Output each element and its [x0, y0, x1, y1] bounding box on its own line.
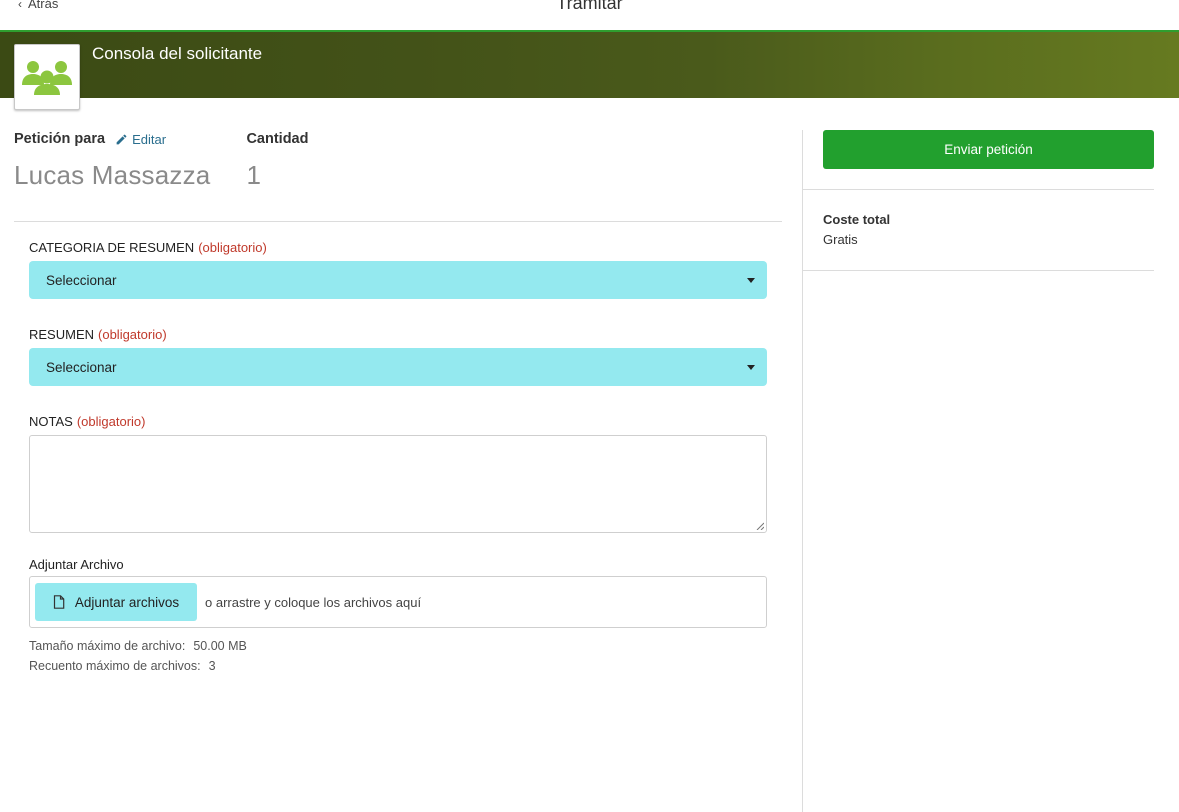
request-form: CATEGORIA DE RESUMEN (obligatorio) Selec…: [29, 238, 767, 676]
file-drop-zone[interactable]: Adjuntar archivos o arrastre y coloque l…: [29, 576, 767, 628]
total-cost-label: Coste total: [823, 212, 891, 227]
category-select-value: Seleccionar: [46, 272, 117, 288]
page-title: Tramitar: [556, 0, 623, 13]
summary-field-label: RESUMEN (obligatorio): [29, 325, 767, 343]
request-summary: Petición para Editar Lucas Massazza Cant…: [14, 128, 782, 191]
required-marker: (obligatorio): [98, 326, 167, 342]
summary-select-value: Seleccionar: [46, 359, 117, 375]
summary-label-text: RESUMEN: [29, 326, 95, 342]
notes-label-text: NOTAS: [29, 413, 73, 429]
max-count-label: Recuento máximo de archivos:: [29, 659, 201, 673]
required-marker: (obligatorio): [76, 413, 146, 429]
quantity-section: Cantidad 1: [246, 128, 308, 191]
category-field-label: CATEGORIA DE RESUMEN (obligatorio): [29, 238, 767, 256]
drop-hint: o arrastre y coloque los archivos aquí: [205, 594, 422, 610]
attach-files-button[interactable]: Adjuntar archivos: [35, 583, 197, 621]
edit-label: Editar: [132, 131, 167, 147]
notes-textarea[interactable]: [29, 435, 767, 533]
banner: Consola del solicitante: [0, 32, 1179, 110]
attachments-label: Adjuntar Archivo: [29, 556, 124, 572]
attach-files-label: Adjuntar archivos: [74, 594, 180, 610]
file-icon: [53, 595, 65, 609]
edit-link[interactable]: Editar: [115, 132, 166, 147]
max-size-value: 50.00 MB: [193, 639, 247, 653]
attachment-limits: Tamaño máximo de archivo: 50.00 MB Recuen…: [29, 636, 767, 676]
request-for-value: Lucas Massazza: [14, 160, 211, 190]
caret-down-icon: [747, 277, 755, 283]
top-bar: ‹ Atrás Tramitar: [0, 0, 1179, 32]
resize-handle-icon[interactable]: [756, 522, 764, 530]
quantity-value: 1: [246, 160, 262, 190]
max-count-value: 3: [208, 659, 216, 673]
users-group-icon: [14, 44, 80, 110]
request-for-section: Petición para Editar Lucas Massazza: [14, 128, 210, 191]
summary-select[interactable]: Seleccionar: [29, 348, 767, 386]
required-marker: (obligatorio): [198, 239, 267, 255]
max-size-label: Tamaño máximo de archivo:: [29, 639, 186, 653]
quantity-label: Cantidad: [246, 131, 309, 147]
banner-title: Consola del solicitante: [92, 44, 263, 63]
divider: [14, 221, 782, 222]
category-select[interactable]: Seleccionar: [29, 261, 767, 299]
submit-request-button[interactable]: Enviar petición: [823, 130, 1154, 169]
order-sidebar: Enviar petición Coste total Gratis: [803, 130, 1154, 271]
notes-field-label: NOTAS (obligatorio): [29, 412, 767, 430]
total-cost: Coste total Gratis: [803, 190, 1154, 270]
caret-down-icon: [747, 364, 755, 370]
request-for-label: Petición para: [14, 131, 106, 147]
category-label-text: CATEGORIA DE RESUMEN: [29, 239, 195, 255]
pencil-icon: [116, 134, 127, 144]
divider: [803, 270, 1154, 271]
total-cost-value: Gratis: [823, 232, 858, 247]
